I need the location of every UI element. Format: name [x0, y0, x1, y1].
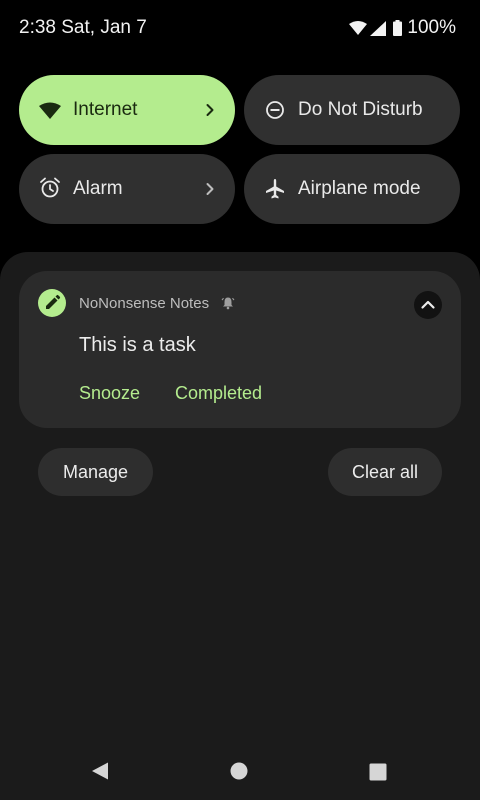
collapse-button[interactable]	[414, 291, 442, 319]
status-time: 2:38 Sat, Jan 7	[19, 17, 147, 38]
alarm-clock-icon	[40, 177, 60, 198]
tile-alarm-label: Alarm	[73, 178, 123, 199]
chevron-right-icon	[206, 183, 214, 195]
tile-internet-label: Internet	[73, 99, 138, 120]
home-icon[interactable]	[230, 762, 248, 780]
snooze-button[interactable]: Snooze	[79, 383, 140, 404]
notification-card[interactable]: NoNonsense Notes This is a task Snooze C…	[19, 271, 461, 428]
manage-button[interactable]: Manage	[38, 448, 153, 496]
tile-do-not-disturb[interactable]: Do Not Disturb	[244, 75, 460, 145]
wifi-icon	[39, 102, 61, 119]
chevron-up-icon	[421, 300, 435, 309]
battery-icon	[393, 20, 403, 36]
clear-all-button[interactable]: Clear all	[328, 448, 442, 496]
tile-dnd-label: Do Not Disturb	[298, 99, 423, 120]
tile-alarm[interactable]: Alarm	[19, 154, 235, 224]
pencil-icon	[46, 294, 61, 309]
app-icon	[38, 289, 66, 317]
recents-icon[interactable]	[369, 763, 387, 781]
tile-internet[interactable]: Internet	[19, 75, 235, 145]
completed-button[interactable]: Completed	[175, 383, 262, 404]
notification-app-name: NoNonsense Notes	[79, 295, 210, 312]
chevron-right-icon	[206, 104, 214, 116]
dnd-icon	[266, 101, 284, 119]
alert-bell-icon	[221, 297, 235, 310]
tile-airplane-label: Airplane mode	[298, 178, 421, 199]
airplane-icon	[266, 179, 284, 199]
tile-airplane-mode[interactable]: Airplane mode	[244, 154, 460, 224]
back-icon[interactable]	[91, 762, 109, 780]
cell-signal-icon	[370, 20, 387, 36]
navigation-bar	[0, 740, 480, 800]
battery-percentage: 100%	[407, 17, 456, 38]
wifi-icon	[349, 21, 368, 35]
notification-title: This is a task	[79, 334, 196, 356]
status-icons: 100%	[349, 17, 456, 39]
status-bar: 2:38 Sat, Jan 7 100%	[0, 0, 480, 56]
